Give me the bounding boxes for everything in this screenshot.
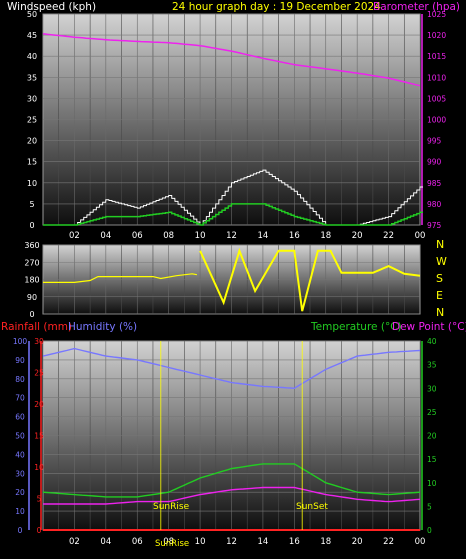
compass-label-n-top: N bbox=[436, 238, 444, 251]
wind-y-tick-label: 10 bbox=[27, 179, 37, 188]
wind-y-tick-label: 30 bbox=[27, 94, 37, 103]
wind-x-tick-label: 06 bbox=[132, 231, 143, 241]
temperature-y-tick-label: 0 bbox=[427, 526, 432, 535]
compass-label-e: E bbox=[436, 289, 443, 302]
barometer-y-tick-label: 995 bbox=[427, 137, 442, 146]
humidity-y-tick-label: 100 bbox=[13, 337, 28, 346]
temperature-y-tick-label: 30 bbox=[427, 384, 437, 393]
wind-y-tick-label: 25 bbox=[27, 116, 37, 125]
temp-x-tick-label: 16 bbox=[289, 537, 300, 547]
rainfall-y-tick-label: 15 bbox=[34, 432, 44, 441]
direction-y-tick-label: 270 bbox=[24, 258, 39, 267]
temp-x-tick-label: 14 bbox=[258, 537, 269, 547]
weather-graph-page: Windspeed (kph) 24 hour graph day : 19 D… bbox=[0, 0, 466, 555]
humidity-y-tick-label: 30 bbox=[15, 469, 25, 478]
temperature-y-tick-label: 10 bbox=[427, 479, 437, 488]
humidity-y-tick-label: 80 bbox=[15, 375, 25, 384]
humidity-y-tick-label: 10 bbox=[15, 507, 25, 516]
temp-x-tick-label: 00 bbox=[415, 537, 426, 547]
direction-y-tick-label: 180 bbox=[24, 276, 39, 285]
weather-graphs: Windspeed (kph) 24 hour graph day : 19 D… bbox=[1, 1, 466, 549]
compass-label-n-bottom: N bbox=[436, 306, 444, 319]
wind-x-tick-label: 10 bbox=[195, 231, 206, 241]
wind-x-tick-label: 20 bbox=[352, 231, 363, 241]
temperature-y-tick-label: 35 bbox=[427, 361, 437, 370]
humidity-y-tick-label: 20 bbox=[15, 488, 25, 497]
humidity-y-tick-label: 70 bbox=[15, 394, 25, 403]
barometer-y-tick-label: 1005 bbox=[427, 94, 446, 103]
sunrise-bottom-label: SunRise bbox=[155, 539, 189, 549]
wind-y-tick-label: 35 bbox=[27, 73, 37, 82]
barometer-y-tick-label: 975 bbox=[427, 221, 442, 230]
wind-x-tick-label: 00 bbox=[415, 231, 426, 241]
compass-label-s: S bbox=[436, 272, 443, 285]
humidity-y-tick-label: 60 bbox=[15, 413, 25, 422]
wind-y-tick-label: 0 bbox=[29, 221, 34, 230]
barometer-y-tick-label: 1020 bbox=[427, 31, 446, 40]
wind-x-tick-label: 18 bbox=[320, 231, 331, 241]
temp-x-tick-label: 06 bbox=[132, 537, 143, 547]
temperature-y-tick-label: 25 bbox=[427, 408, 437, 417]
wind-x-tick-label: 14 bbox=[258, 231, 269, 241]
temp-x-tick-label: 20 bbox=[352, 537, 363, 547]
humidity-axis-label: Humidity (%) bbox=[68, 321, 137, 333]
wind-y-tick-label: 15 bbox=[27, 158, 37, 167]
wind-x-tick-label: 08 bbox=[163, 231, 174, 241]
rainfall-axis-label: Rainfall (mm) bbox=[1, 321, 72, 333]
direction-y-tick-label: 360 bbox=[24, 241, 39, 250]
direction-y-tick-label: 90 bbox=[27, 293, 37, 302]
direction-y-tick-label: 0 bbox=[29, 310, 34, 319]
rainfall-y-tick-label: 20 bbox=[34, 400, 44, 409]
graph-title: 24 hour graph day : 19 December 2024 bbox=[172, 1, 381, 13]
wind-y-tick-label: 40 bbox=[27, 52, 37, 61]
barometer-axis-label: Barometer (hpa) bbox=[373, 1, 460, 13]
humidity-y-tick-label: 90 bbox=[15, 356, 25, 365]
rainfall-y-tick-label: 25 bbox=[34, 369, 44, 378]
barometer-y-tick-label: 985 bbox=[427, 179, 442, 188]
temperature-y-tick-label: 40 bbox=[427, 337, 437, 346]
wind-x-tick-label: 22 bbox=[383, 231, 394, 241]
sunset-label: SunSet bbox=[296, 502, 328, 512]
temperature-y-tick-label: 15 bbox=[427, 455, 437, 464]
wind-x-tick-label: 04 bbox=[100, 231, 111, 241]
wind-x-tick-label: 12 bbox=[226, 231, 237, 241]
wind-y-tick-label: 45 bbox=[27, 31, 37, 40]
barometer-y-tick-label: 990 bbox=[427, 158, 442, 167]
temperature-y-tick-label: 20 bbox=[427, 432, 437, 441]
barometer-y-tick-label: 1015 bbox=[427, 52, 446, 61]
wind-axis-label: Windspeed (kph) bbox=[7, 1, 96, 13]
barometer-y-tick-label: 1025 bbox=[427, 10, 446, 19]
temp-x-tick-label: 04 bbox=[100, 537, 111, 547]
rainfall-y-tick-label: 30 bbox=[34, 337, 44, 346]
compass-label-w: W bbox=[436, 255, 447, 268]
wind-y-tick-label: 50 bbox=[27, 10, 37, 19]
dewpoint-axis-label: Dew Point (°C) bbox=[392, 321, 466, 333]
wind-y-tick-label: 5 bbox=[29, 200, 34, 209]
temp-x-tick-label: 12 bbox=[226, 537, 237, 547]
wind-y-tick-label: 20 bbox=[27, 137, 37, 146]
humidity-y-tick-label: 0 bbox=[18, 526, 23, 535]
humidity-y-tick-label: 40 bbox=[15, 450, 25, 459]
wind-x-tick-label: 02 bbox=[69, 231, 80, 241]
sunrise-label: SunRise bbox=[153, 502, 190, 512]
temp-x-tick-label: 22 bbox=[383, 537, 394, 547]
barometer-y-tick-label: 1000 bbox=[427, 116, 446, 125]
barometer-y-tick-label: 980 bbox=[427, 200, 442, 209]
temp-x-tick-label: 10 bbox=[195, 537, 206, 547]
humidity-y-tick-label: 50 bbox=[15, 432, 25, 441]
temperature-axis-label: Temperature (°C) bbox=[310, 321, 402, 333]
wind-x-tick-label: 16 bbox=[289, 231, 300, 241]
temp-x-tick-label: 02 bbox=[69, 537, 80, 547]
temperature-y-tick-label: 5 bbox=[427, 502, 432, 511]
rainfall-y-tick-label: 10 bbox=[34, 463, 44, 472]
barometer-y-tick-label: 1010 bbox=[427, 73, 446, 82]
temp-x-tick-label: 18 bbox=[320, 537, 331, 547]
